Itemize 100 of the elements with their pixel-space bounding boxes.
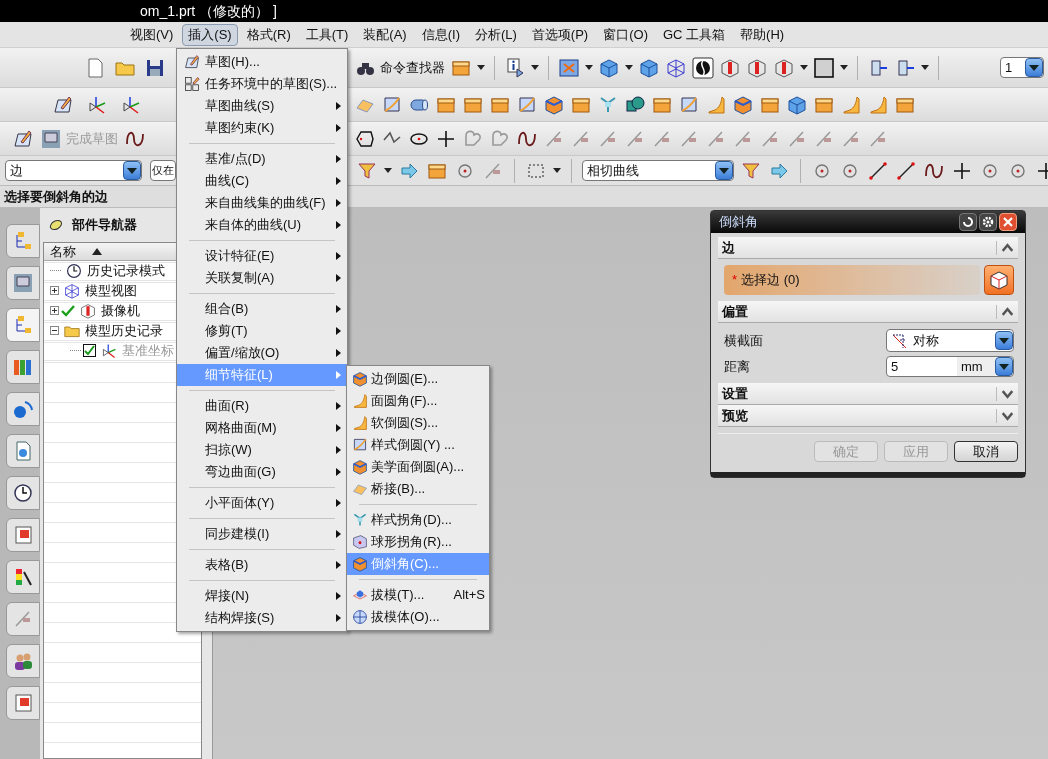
line-icon[interactable] [867,159,889,182]
frame-icon[interactable] [813,56,835,79]
menu-item[interactable]: 视图(V) [124,23,180,46]
menu-entry[interactable]: 软倒圆(S)... [347,412,489,434]
caret-icon[interactable] [625,64,633,71]
dialog-button[interactable]: 取消 [954,441,1018,462]
caret-icon[interactable] [921,64,929,71]
menu-entry[interactable]: 曲线(C) [177,170,347,192]
sort-ascending-icon[interactable] [92,248,102,255]
dropdown-button[interactable] [995,357,1013,376]
menu-entry[interactable]: 美学面倒圆(A)... [347,456,489,478]
caret-icon[interactable] [531,64,539,71]
menu-item[interactable]: 工具(T) [299,23,355,46]
close-button[interactable] [999,213,1017,231]
menu-entry[interactable]: 小平面体(Y) [177,492,347,514]
menu-item[interactable]: 窗口(O) [597,23,654,46]
tree-item-label[interactable]: 模型历史记录 [85,320,163,341]
menu-entry[interactable]: 拔模体(O)... [347,606,489,628]
menu-entry[interactable]: 表格(B) [177,554,347,576]
menu-entry[interactable]: 焊接(N) [177,585,347,607]
menu-entry[interactable]: 关联复制(A) [177,267,347,289]
clock-icon[interactable] [12,482,34,504]
collapse-icon[interactable] [50,326,59,335]
slides-icon[interactable] [12,692,34,714]
menu-entry[interactable]: 边倒圆(E)... [347,368,489,390]
slides-icon[interactable] [12,524,34,546]
settings-button[interactable] [979,213,997,231]
clock-icon[interactable] [65,261,83,280]
caret-icon[interactable] [585,64,593,71]
menu-entry[interactable]: 样式倒圆(Y) ... [347,434,489,456]
menu-entry[interactable]: 拔模(T)... Alt+S [347,584,489,606]
caret-icon[interactable] [800,64,808,71]
fit-icon[interactable] [558,56,580,79]
menu-item[interactable]: 格式(R) [240,23,297,46]
section-header[interactable]: 设置 [718,383,1018,405]
sphere-corner-icon[interactable] [351,533,369,551]
wireframe-cube-icon[interactable] [63,281,81,300]
dropdown-button[interactable] [995,331,1013,350]
sketch-icon[interactable] [183,53,201,71]
tree-item-label[interactable]: 摄像机 [101,300,140,321]
menu-entry[interactable]: 弯边曲面(G) [177,461,347,483]
section-cube-icon[interactable] [79,301,97,320]
edge-blend-icon[interactable] [351,370,369,388]
dropdown-button[interactable] [123,161,142,180]
pin-icon[interactable] [48,218,64,232]
expand-icon[interactable] [50,306,59,315]
menu-entry[interactable]: 面圆角(F)... [347,390,489,412]
section-header[interactable]: 预览 [718,405,1018,427]
tree-item-label[interactable]: 历史记录模式 [87,260,165,281]
menu-entry[interactable]: 组合(B) [177,298,347,320]
menu-entry[interactable]: 同步建模(I) [177,523,347,545]
menu-item[interactable]: 首选项(P) [525,23,595,46]
menu-entry[interactable]: 球形拐角(R)... [347,531,489,553]
edge-blend-icon[interactable] [351,555,369,573]
menu-entry[interactable]: 样式拐角(D)... [347,509,489,531]
caret-icon[interactable] [553,167,561,174]
dropdown-button[interactable] [715,161,733,180]
draft-body-icon[interactable] [351,608,369,626]
shaded-toggle-icon[interactable] [692,56,714,79]
task-sketch-icon[interactable] [183,75,201,93]
curve-rule-dropdown[interactable]: 相切曲线 [582,160,734,181]
menu-entry[interactable]: 偏置/缩放(O) [177,342,347,364]
scope-dropdown[interactable]: 仅在 [150,160,176,181]
caret-icon[interactable] [477,64,485,71]
menu-entry[interactable]: 来自曲线集的曲线(F) [177,192,347,214]
dropdown-button[interactable] [1025,58,1043,77]
edge-blend-icon[interactable] [351,458,369,476]
select-edge-button[interactable] [984,265,1014,295]
selection-bar[interactable]: * 选择边 (0) [724,265,980,295]
distance-field[interactable]: 5 mm [886,356,1014,377]
menu-item[interactable]: GC 工具箱 [657,23,732,46]
menu-entry[interactable]: 结构焊接(S) [177,607,347,629]
menu-entry[interactable]: 草图约束(K) [177,117,347,139]
menu-entry[interactable]: 网格曲面(M) [177,417,347,439]
face-blend-icon[interactable] [351,414,369,432]
menu-entry[interactable]: 草图(H)... [177,51,347,73]
type-filter-dropdown[interactable]: 边 [5,160,143,181]
section-header[interactable]: 边 [718,237,1018,259]
section-header[interactable]: 偏置 [718,301,1018,323]
menu-entry[interactable]: 曲面(R) [177,395,347,417]
line-icon[interactable] [895,159,917,182]
menu-entry[interactable]: 扫掠(W) [177,439,347,461]
reset-button[interactable] [959,213,977,231]
menu-item[interactable]: 装配(A) [357,23,413,46]
menu-entry[interactable]: 任务环境中的草图(S)... [177,73,347,95]
menu-entry[interactable]: 基准/点(D) [177,148,347,170]
menu-item[interactable]: 分析(L) [468,23,523,46]
face-blend-icon[interactable] [351,392,369,410]
corner-icon[interactable] [351,511,369,529]
info-icon[interactable] [504,56,526,79]
expand-icon[interactable] [50,286,59,295]
command-finder-button[interactable]: 命令查找器 [354,56,445,79]
menu-item[interactable]: 帮助(H) [734,23,791,46]
tree-item-label[interactable]: 模型视图 [85,280,137,301]
layer-dropdown[interactable]: 1 [1000,57,1044,78]
caret-icon[interactable] [840,64,848,71]
caret-icon[interactable] [384,167,392,174]
menu-entry[interactable]: 来自体的曲线(U) [177,214,347,236]
menu-item[interactable]: 信息(I) [415,23,466,46]
menu-entry[interactable]: 桥接(B)... [347,478,489,500]
